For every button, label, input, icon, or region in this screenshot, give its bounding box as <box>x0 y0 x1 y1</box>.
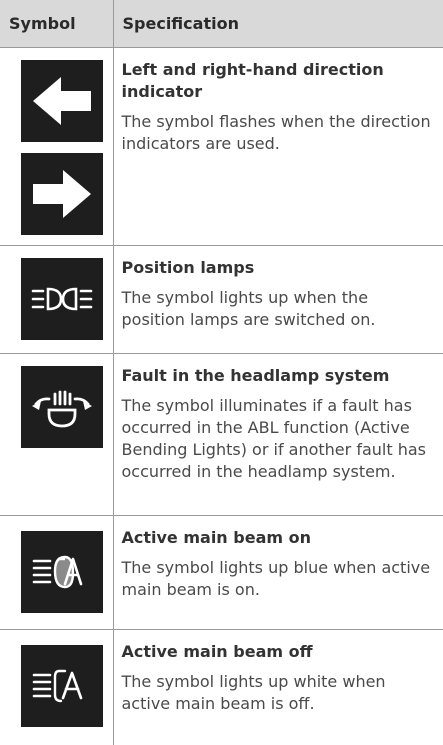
spec-body: The symbol illuminates if a fault has oc… <box>114 387 443 483</box>
header-specification: Specification <box>113 0 443 48</box>
headlamp-fault-icon <box>21 366 103 448</box>
header-symbol: Symbol <box>0 0 113 48</box>
spec-title: Fault in the headlamp system <box>114 354 443 387</box>
spec-body: The symbol lights up when the position l… <box>114 279 443 331</box>
arrow-right-icon <box>21 153 103 235</box>
symbol-cell <box>0 630 113 745</box>
symbol-cell <box>0 354 113 516</box>
table-row: Active main beam on The symbol lights up… <box>0 516 443 630</box>
spec-body: The symbol lights up blue when active ma… <box>114 549 443 601</box>
position-lamps-icon <box>21 258 103 340</box>
symbol-cell <box>0 516 113 630</box>
table-row: Fault in the headlamp system The symbol … <box>0 354 443 516</box>
arrow-left-icon <box>21 60 103 142</box>
spec-body: The symbol flashes when the direction in… <box>114 103 443 155</box>
table-header-row: Symbol Specification <box>0 0 443 48</box>
spec-title: Active main beam on <box>114 516 443 549</box>
spec-title: Active main beam off <box>114 630 443 663</box>
spec-title: Position lamps <box>114 246 443 279</box>
spec-cell: Active main beam on The symbol lights up… <box>113 516 443 630</box>
spec-body: The symbol lights up white when active m… <box>114 663 443 715</box>
active-main-beam-off-icon <box>21 645 103 727</box>
symbol-cell <box>0 246 113 354</box>
table-row: Left and right-hand direction indicator … <box>0 48 443 246</box>
spec-title: Left and right-hand direction indicator <box>114 48 443 103</box>
table-row: Active main beam off The symbol lights u… <box>0 630 443 745</box>
spec-cell: Position lamps The symbol lights up when… <box>113 246 443 354</box>
symbol-table: Symbol Specification Left and right-hand… <box>0 0 443 745</box>
active-main-beam-on-icon <box>21 531 103 613</box>
spec-cell: Fault in the headlamp system The symbol … <box>113 354 443 516</box>
spec-cell: Active main beam off The symbol lights u… <box>113 630 443 745</box>
spec-cell: Left and right-hand direction indicator … <box>113 48 443 246</box>
symbol-cell <box>0 48 113 246</box>
table-row: Position lamps The symbol lights up when… <box>0 246 443 354</box>
